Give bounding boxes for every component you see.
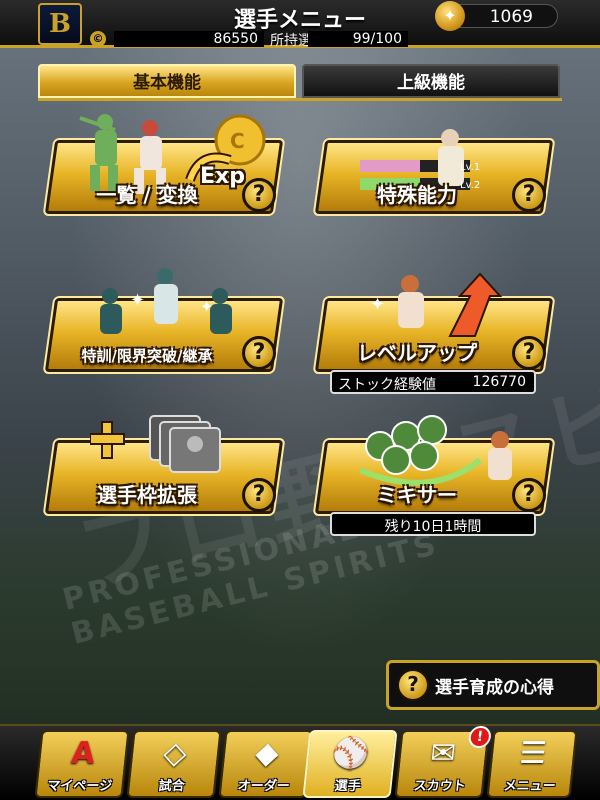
owned-players-value: 99/100 [308,31,408,47]
coin-icon: ✦ [435,1,465,31]
nav-label: スカウト [412,779,467,794]
money-icon: © [90,31,106,47]
list-convert-label: 一覧 / 変換 [96,183,198,207]
question-icon: ? [397,669,429,701]
svg-text:C: C [230,129,245,153]
mixer-remaining-time: 残り10日1時間 [384,519,482,535]
order-icon: ◆ [253,736,281,771]
training-card[interactable]: ✦ ✦ 特訓/限界突破/継承 ? [42,268,286,388]
help-icon[interactable]: ? [242,178,276,212]
mixer-balls-icon [358,415,512,486]
level-up-arrow-icon: ✦ [370,272,503,337]
svg-text:✦: ✦ [130,290,145,311]
nav-label: 選手 [333,779,362,794]
nav-label: 試合 [157,779,186,794]
level-up-label: レベルアップ [357,341,477,365]
nav-label: オーダー [236,779,291,794]
training-label: 特訓/限界突破/継承 [81,347,213,365]
list-convert-card[interactable]: C Exp 一覧 / 変換 ? [42,114,286,230]
tab-underline [38,98,562,101]
expand-roster-label: 選手枠拡張 [97,483,197,507]
stock-exp-label: ストック経験値 [338,377,436,393]
svg-text:✦: ✦ [370,294,385,315]
nav-scout[interactable]: ! ✉ スカウト [394,726,492,798]
stats-row: © 86550 所持選手 99/100 [90,31,408,49]
special-abilities-label: 特殊能力 [377,183,457,207]
svg-text:✦: ✦ [200,297,213,316]
coin-counter[interactable]: ✦ 1069 [435,1,558,31]
notification-badge: ! [467,726,492,748]
help-icon[interactable]: ? [242,336,276,370]
help-icon[interactable]: ? [512,478,546,512]
expand-roster-card[interactable]: 選手枠拡張 ? [42,415,286,530]
nav-order[interactable]: ◆ オーダー [218,730,314,798]
tab-basic-functions[interactable]: 基本機能 [38,64,296,98]
nav-my-page[interactable]: A マイページ [34,730,130,798]
help-icon[interactable]: ? [512,178,546,212]
help-icon[interactable]: ? [512,336,546,370]
mixer-card[interactable]: ミキサー ? 残り10日1時間 [312,415,556,536]
mixer-label: ミキサー [377,483,457,507]
bottom-navigation: A マイページ ◇ 試合 ◆ オーダー ⚾ 選手 ! ✉ スカウト ☰ メニュー [0,724,600,800]
tab-advanced-functions[interactable]: 上級機能 [302,64,560,98]
player-icon: ⚾ [330,736,372,771]
nav-label: メニュー [502,779,557,794]
help-icon[interactable]: ? [242,478,276,512]
nav-game[interactable]: ◇ 試合 [126,730,222,798]
stock-exp-bar: ストック経験値 126770 [330,370,536,394]
nav-menu[interactable]: ☰ メニュー [486,730,578,798]
mixer-time-bar: 残り10日1時間 [330,512,536,536]
lv1-label: Lv.1 [460,162,481,173]
nav-players[interactable]: ⚾ 選手 [302,730,398,798]
field-icon: ◇ [161,736,189,771]
stock-exp-value: 126770 [472,374,526,390]
menu-icon: ☰ [517,736,549,771]
nav-label: マイページ [46,779,113,794]
coin-value: 1069 [489,7,533,27]
level-up-card[interactable]: ✦ レベルアップ ? ストック経験値 126770 [312,272,556,394]
money-value: 86550 [114,31,264,47]
training-guide-button[interactable]: ? 選手育成の心得 [386,660,600,710]
top-bar: B 選手メニュー ✦ 1069 © 86550 所持選手 99/100 [0,0,600,49]
training-players-icon: ✦ ✦ [100,268,232,334]
guide-label: 選手育成の心得 [435,677,554,698]
my-page-icon: A [69,736,97,771]
special-abilities-card[interactable]: Lv.1 Lv.2 特殊能力 ? [312,120,556,230]
